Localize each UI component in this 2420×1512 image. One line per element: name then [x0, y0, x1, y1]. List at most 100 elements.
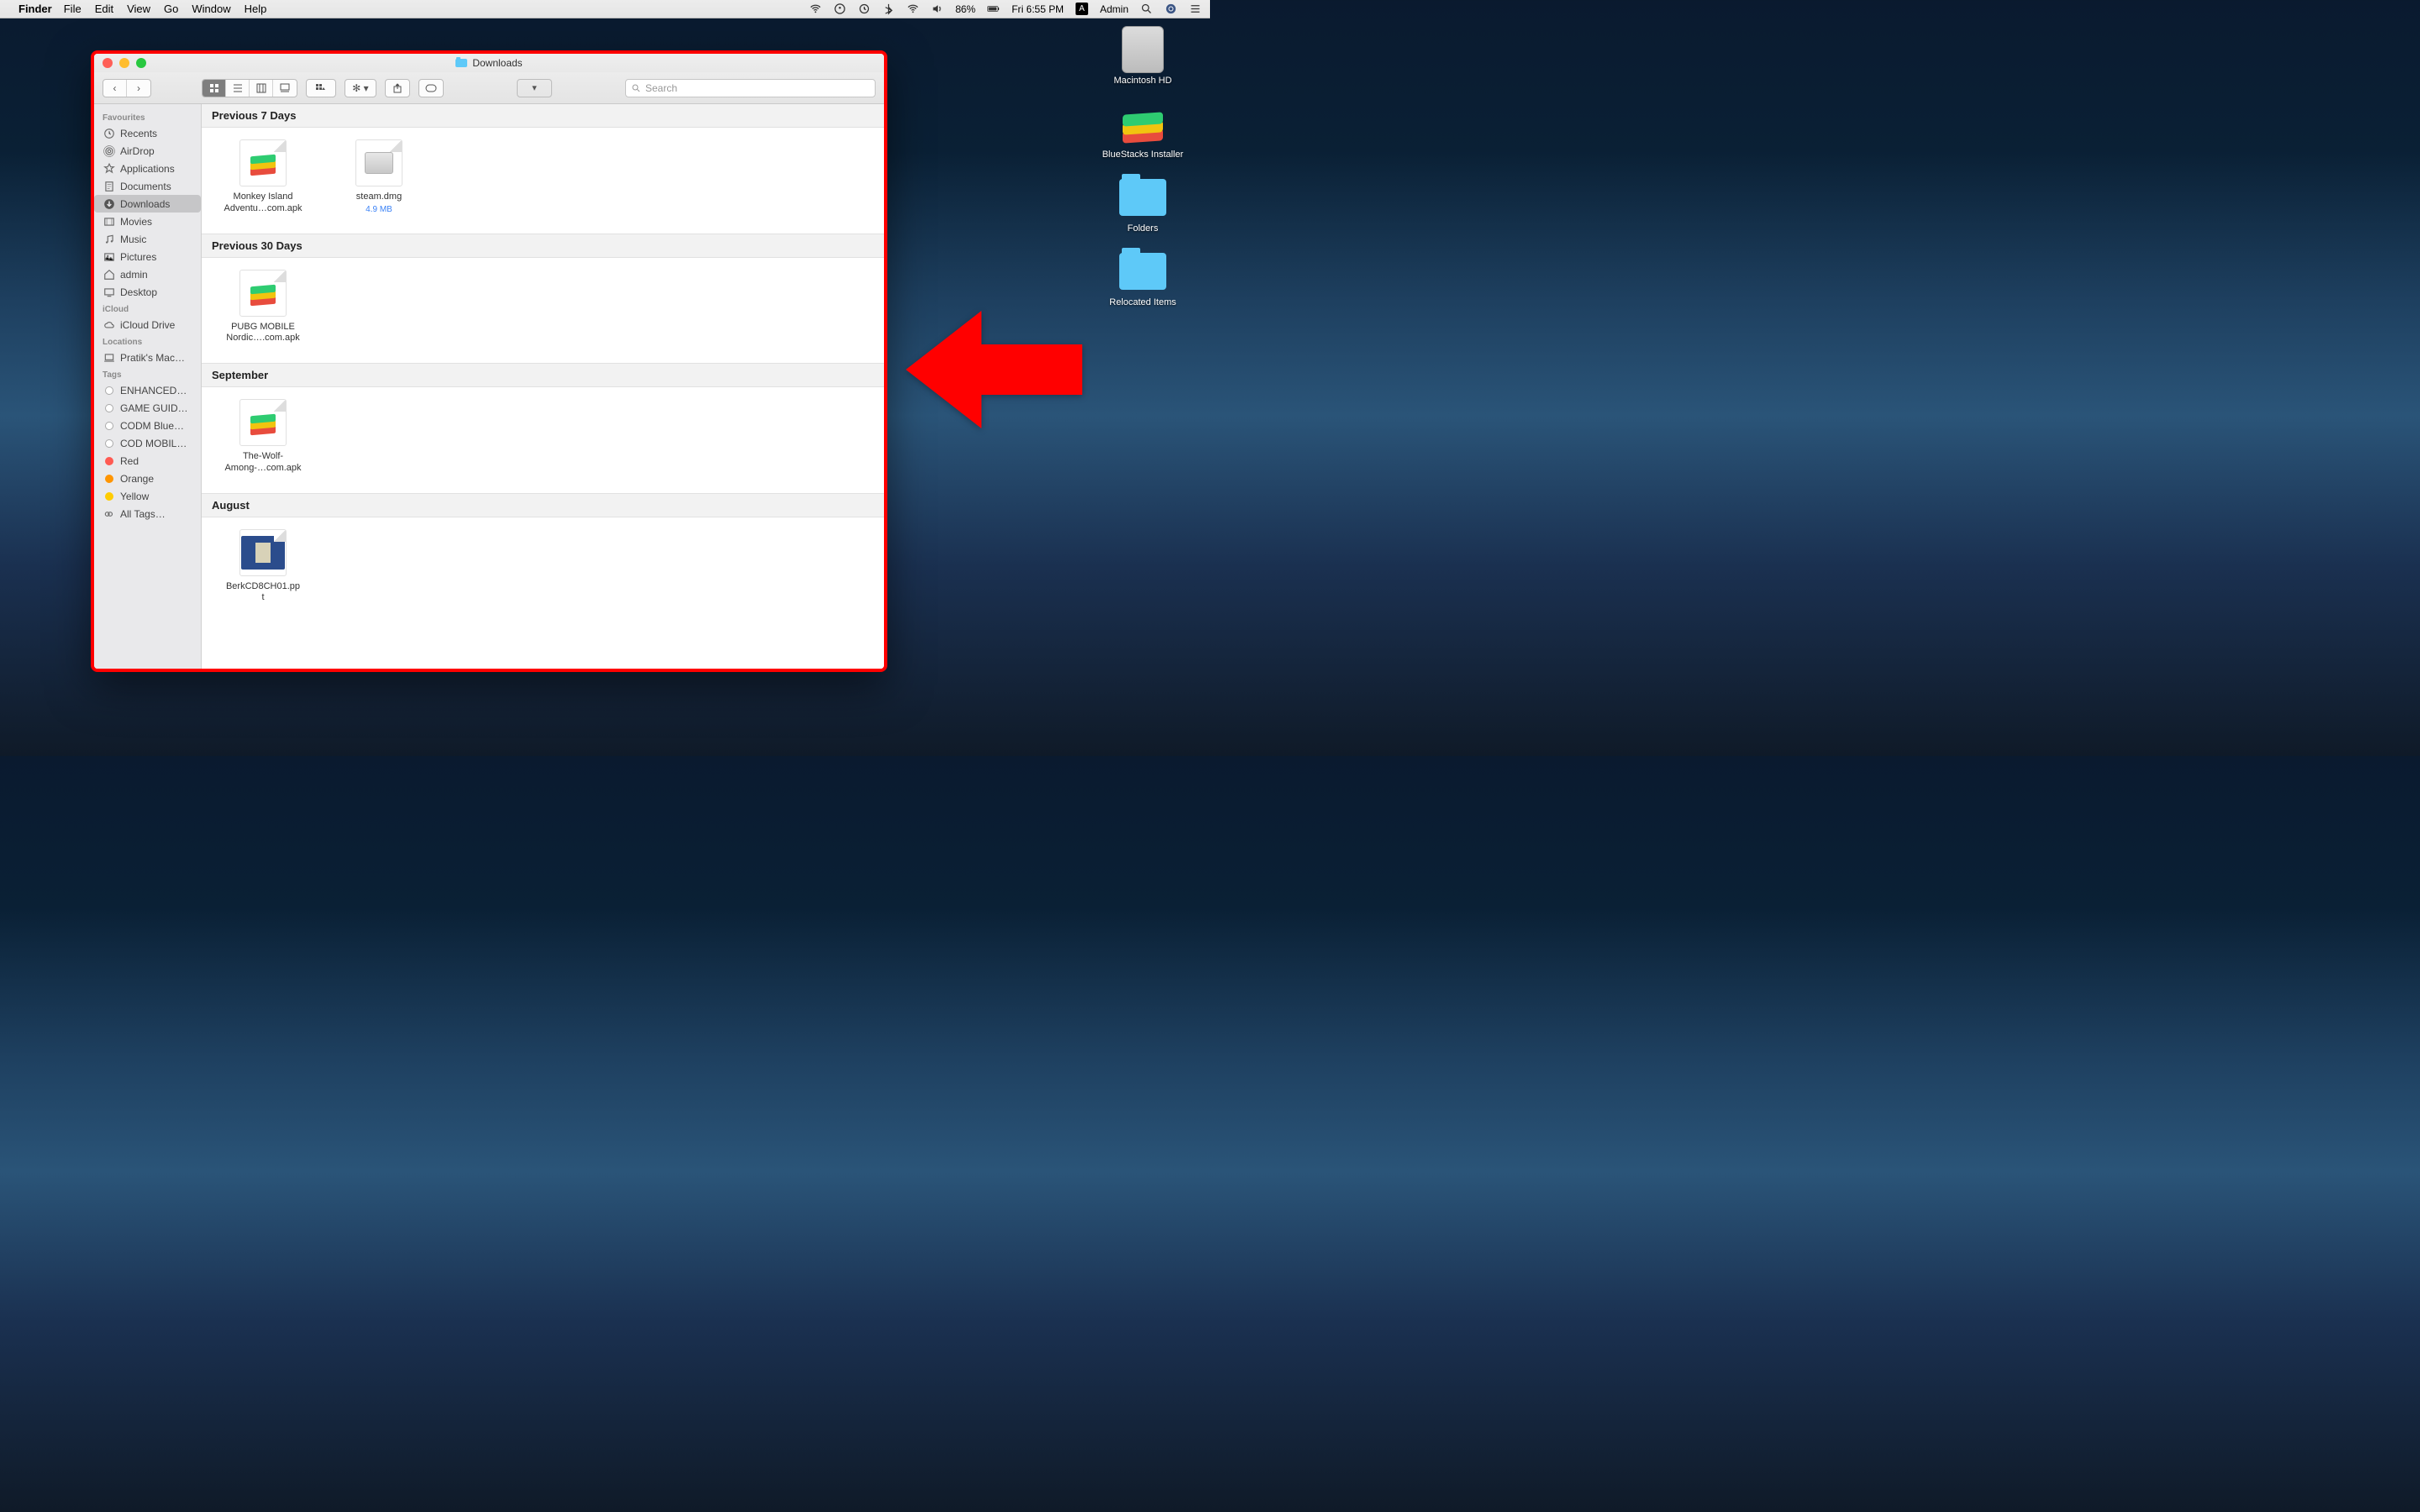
sidebar-item-movies[interactable]: Movies: [94, 213, 201, 230]
file-item[interactable]: Monkey IslandAdventu…com.apk: [217, 139, 309, 215]
sidebar-item-codmblue[interactable]: CODM Blue…: [94, 417, 201, 434]
sidebar-item-admin[interactable]: admin: [94, 265, 201, 283]
tag-icon: [103, 490, 115, 502]
list-view-button[interactable]: [226, 80, 250, 97]
menu-view[interactable]: View: [127, 3, 150, 15]
sidebar-item-red[interactable]: Red: [94, 452, 201, 470]
wifi-status-icon[interactable]: [809, 3, 822, 15]
clock-icon: [103, 127, 115, 139]
movie-icon: [103, 215, 115, 228]
sidebar-item-label: Pictures: [120, 251, 156, 263]
file-name: The-Wolf-Among-…com.apk: [217, 451, 309, 475]
sidebar-item-label: Desktop: [120, 286, 157, 298]
sidebar-item-label: Recents: [120, 128, 157, 139]
file-name: PUBG MOBILENordic….com.apk: [217, 322, 309, 345]
file-item[interactable]: The-Wolf-Among-…com.apk: [217, 399, 309, 475]
pic-icon: [103, 250, 115, 263]
menu-window[interactable]: Window: [192, 3, 230, 15]
sidebar-item-pratiksmac[interactable]: Pratik's Mac…: [94, 349, 201, 366]
file-name: Monkey IslandAdventu…com.apk: [217, 192, 309, 215]
menubar-clock[interactable]: Fri 6:55 PM: [1012, 3, 1064, 15]
gallery-view-button[interactable]: [273, 80, 297, 97]
desktop-item-hd[interactable]: Macintosh HD: [1092, 27, 1193, 86]
spotlight-icon[interactable]: [1140, 3, 1153, 15]
sidebar-item-enhanced[interactable]: ENHANCED…: [94, 381, 201, 399]
menubar: Finder File Edit View Go Window Help 86%…: [0, 0, 1210, 18]
menu-file[interactable]: File: [64, 3, 82, 15]
sidebar-item-recents[interactable]: Recents: [94, 124, 201, 142]
file-name: steam.dmg: [333, 192, 425, 203]
finder-toolbar: ‹ › ✻ ▾ ▾ Search: [94, 72, 884, 104]
bluestacks-icon: [1119, 100, 1166, 147]
column-view-button[interactable]: [250, 80, 273, 97]
forward-button[interactable]: ›: [127, 80, 150, 97]
sidebar-item-label: Music: [120, 234, 146, 245]
timemachine-icon[interactable]: [858, 3, 871, 15]
sidebar-item-codmobil[interactable]: COD MOBIL…: [94, 434, 201, 452]
action-button[interactable]: ✻ ▾: [345, 79, 376, 97]
sidebar-item-documents[interactable]: Documents: [94, 177, 201, 195]
sidebar-item-applications[interactable]: Applications: [94, 160, 201, 177]
sidebar-item-music[interactable]: Music: [94, 230, 201, 248]
bluetooth-icon[interactable]: [882, 3, 895, 15]
folder-icon: [455, 59, 467, 67]
desktop-item-folders[interactable]: Folders: [1092, 175, 1193, 234]
sidebar-item-orange[interactable]: Orange: [94, 470, 201, 487]
sidebar-item-label: Documents: [120, 181, 171, 192]
icon-view-button[interactable]: [203, 80, 226, 97]
menu-go[interactable]: Go: [164, 3, 178, 15]
menu-edit[interactable]: Edit: [95, 3, 113, 15]
sidebar-item-airdrop[interactable]: AirDrop: [94, 142, 201, 160]
search-input[interactable]: Search: [625, 79, 876, 97]
desk-icon: [103, 286, 115, 298]
alltags-icon: [103, 507, 115, 520]
app-name[interactable]: Finder: [18, 3, 52, 15]
tag-icon: [103, 384, 115, 396]
laptop-icon: [103, 351, 115, 364]
sidebar-item-gameguid[interactable]: GAME GUID…: [94, 399, 201, 417]
file-item[interactable]: steam.dmg4.9 MB: [333, 139, 425, 215]
siri-icon[interactable]: [1165, 3, 1177, 15]
notification-center-icon[interactable]: [1189, 3, 1202, 15]
file-row: Monkey IslandAdventu…com.apk steam.dmg4.9…: [202, 128, 884, 234]
fullscreen-button[interactable]: [136, 58, 146, 68]
sidebar-item-yellow[interactable]: Yellow: [94, 487, 201, 505]
sidebar-item-desktop[interactable]: Desktop: [94, 283, 201, 301]
doc-icon: [103, 180, 115, 192]
menu-help[interactable]: Help: [245, 3, 267, 15]
back-button[interactable]: ‹: [103, 80, 127, 97]
keyboard-input-icon[interactable]: A: [1076, 3, 1088, 15]
file-item[interactable]: PUBG MOBILENordic….com.apk: [217, 270, 309, 345]
window-titlebar[interactable]: Downloads: [94, 54, 884, 72]
filter-dropdown[interactable]: ▾: [517, 79, 552, 97]
group-by-button[interactable]: [306, 79, 336, 97]
file-name: BerkCD8CH01.ppt: [217, 581, 309, 605]
home-icon: [103, 268, 115, 281]
battery-icon[interactable]: [987, 3, 1000, 15]
volume-icon[interactable]: [931, 3, 944, 15]
tag-icon: [103, 419, 115, 432]
sidebar-item-pictures[interactable]: Pictures: [94, 248, 201, 265]
wifi-icon[interactable]: [907, 3, 919, 15]
menubar-user[interactable]: Admin: [1100, 3, 1128, 15]
sidebar-item-label: Red: [120, 455, 139, 467]
desktop-item-relocated[interactable]: Relocated Items: [1092, 249, 1193, 307]
tag-icon: [103, 437, 115, 449]
file-item[interactable]: BerkCD8CH01.ppt: [217, 529, 309, 605]
share-button[interactable]: [385, 79, 410, 97]
sidebar-item-iclouddrive[interactable]: iCloud Drive: [94, 316, 201, 333]
desktop-item-bluestacks[interactable]: BlueStacks Installer: [1092, 101, 1193, 160]
folder-icon: [1119, 253, 1166, 290]
tag-icon: [103, 402, 115, 414]
sidebar-item-downloads[interactable]: Downloads: [94, 195, 201, 213]
file-thumb: [239, 399, 287, 446]
search-placeholder: Search: [645, 82, 677, 94]
sidebar-item-alltags[interactable]: All Tags…: [94, 505, 201, 522]
cc-status-icon[interactable]: [834, 3, 846, 15]
nav-buttons: ‹ ›: [103, 79, 151, 97]
battery-percent[interactable]: 86%: [955, 3, 976, 15]
close-button[interactable]: [103, 58, 113, 68]
tags-button[interactable]: [418, 79, 444, 97]
minimize-button[interactable]: [119, 58, 129, 68]
sidebar-item-label: AirDrop: [120, 145, 155, 157]
